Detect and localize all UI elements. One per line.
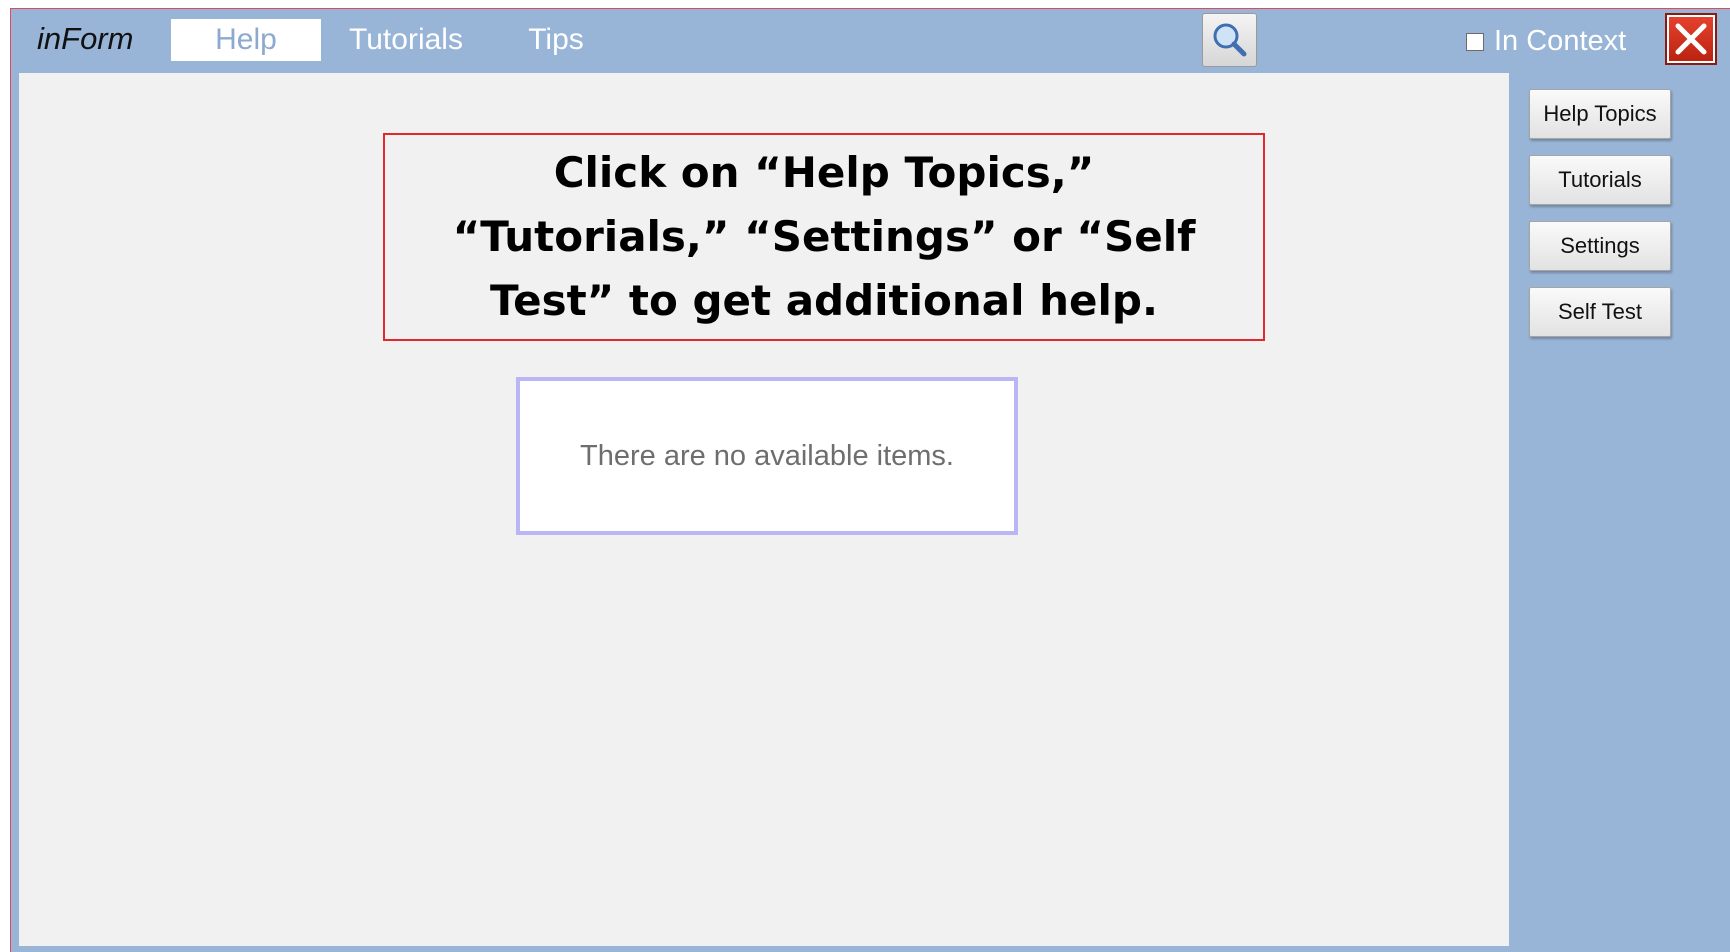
self-test-button[interactable]: Self Test bbox=[1529, 287, 1671, 337]
close-button[interactable] bbox=[1665, 13, 1717, 65]
tab-tips[interactable]: Tips bbox=[511, 19, 601, 61]
main-content: Click on “Help Topics,” “Tutorials,” “Se… bbox=[19, 73, 1509, 951]
empty-items-box: There are no available items. bbox=[516, 377, 1018, 535]
in-context-label: In Context bbox=[1494, 25, 1627, 57]
callout-text: Click on “Help Topics,” “Tutorials,” “Se… bbox=[452, 148, 1196, 325]
brand-logo: inForm bbox=[37, 21, 134, 56]
top-bar: inForm Help Tutorials Tips In Context bbox=[11, 9, 1730, 73]
bottom-border bbox=[19, 946, 1509, 952]
instruction-callout: Click on “Help Topics,” “Tutorials,” “Se… bbox=[383, 133, 1265, 341]
tab-tutorials[interactable]: Tutorials bbox=[331, 19, 481, 61]
in-context-toggle[interactable]: In Context bbox=[1466, 25, 1626, 58]
search-button[interactable] bbox=[1202, 13, 1257, 67]
empty-message: There are no available items. bbox=[580, 439, 954, 472]
search-icon bbox=[1213, 23, 1246, 57]
help-window: inForm Help Tutorials Tips In Context Cl… bbox=[10, 8, 1730, 952]
close-icon bbox=[1675, 23, 1707, 55]
tab-help[interactable]: Help bbox=[171, 19, 321, 61]
help-topics-button[interactable]: Help Topics bbox=[1529, 89, 1671, 139]
in-context-checkbox[interactable] bbox=[1466, 32, 1484, 51]
tutorials-button[interactable]: Tutorials bbox=[1529, 155, 1671, 205]
settings-button[interactable]: Settings bbox=[1529, 221, 1671, 271]
